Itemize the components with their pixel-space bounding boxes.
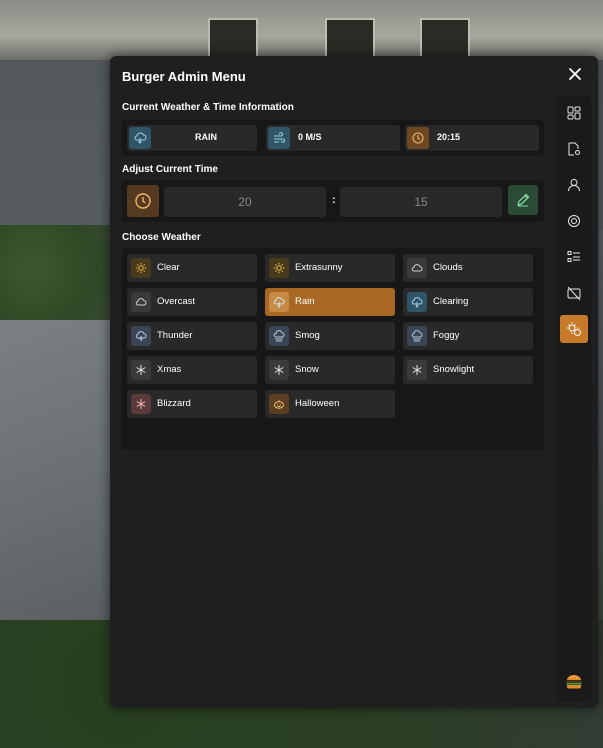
close-icon[interactable]	[568, 67, 582, 81]
weather-option-label: Halloween	[295, 398, 340, 409]
weather-option-thunder[interactable]: Thunder	[127, 322, 257, 350]
weather-option-label: Overcast	[157, 296, 196, 307]
pumpkin-icon	[269, 394, 289, 414]
weather-option-extrasunny[interactable]: Extrasunny	[265, 254, 395, 282]
background-grass	[0, 225, 110, 335]
weather-option-clouds[interactable]: Clouds	[403, 254, 533, 282]
dashboard-icon	[567, 106, 581, 120]
weather-option-label: Clearing	[433, 296, 469, 307]
time-adjust-bar: 20 : 15	[122, 180, 544, 222]
weather-option-clearing[interactable]: Clearing	[403, 288, 533, 316]
sidebar	[557, 96, 591, 702]
file-settings-icon	[568, 142, 580, 156]
weather-option-label: Snow	[295, 364, 319, 375]
sidebar-item-camera-off[interactable]	[560, 279, 588, 307]
snowflake-icon	[407, 360, 427, 380]
cloud-rain-icon	[129, 127, 151, 149]
wind-speed-info: 0 M/S	[266, 125, 400, 151]
window-title: Burger Admin Menu	[122, 69, 246, 84]
sun-icon	[131, 258, 151, 278]
list-icon	[567, 251, 580, 262]
time-section-label: Adjust Current Time	[122, 164, 218, 175]
sidebar-item-file-settings[interactable]	[560, 135, 588, 163]
main-content: Current Weather & Time Information RAIN …	[110, 96, 555, 708]
wind-icon	[268, 127, 290, 149]
weather-option-xmas[interactable]: Xmas	[127, 356, 257, 384]
cloud-lightning-icon	[131, 326, 151, 346]
weather-option-label: Thunder	[157, 330, 193, 341]
clock-icon	[407, 127, 429, 149]
pencil-icon	[517, 193, 530, 207]
cloud-icon	[131, 292, 151, 312]
weather-option-label: Extrasunny	[295, 262, 343, 273]
cloud-fog-icon	[269, 326, 289, 346]
user-icon	[568, 179, 580, 192]
weather-option-halloween[interactable]: Halloween	[265, 390, 395, 418]
background-window	[208, 18, 258, 60]
weather-option-smog[interactable]: Smog	[265, 322, 395, 350]
current-weather-value: RAIN	[195, 132, 217, 142]
snowflake-icon	[269, 360, 289, 380]
camera-off-icon	[567, 286, 581, 301]
cloud-rain-icon	[407, 292, 427, 312]
weather-option-label: Blizzard	[157, 398, 191, 409]
weather-option-rain[interactable]: Rain	[265, 288, 395, 316]
current-time-value: 20:15	[437, 132, 461, 142]
weather-section-label: Choose Weather	[122, 232, 201, 243]
sidebar-item-target[interactable]	[560, 207, 588, 235]
hour-input[interactable]: 20	[164, 187, 326, 217]
sidebar-item-user[interactable]	[560, 171, 588, 199]
weather-option-label: Smog	[295, 330, 320, 341]
sidebar-item-list[interactable]	[560, 243, 588, 271]
sun-icon	[269, 258, 289, 278]
cloud-icon	[407, 258, 427, 278]
cloud-rain-icon	[269, 292, 289, 312]
admin-menu-panel: Burger Admin Menu Current Weather & Time…	[110, 56, 598, 708]
weather-option-label: Clouds	[433, 262, 463, 273]
minute-input[interactable]: 15	[340, 187, 502, 217]
info-section-label: Current Weather & Time Information	[122, 102, 294, 113]
sidebar-item-dashboard[interactable]	[560, 99, 588, 127]
weather-time-icon	[567, 322, 581, 336]
current-time-info: 20:15	[405, 125, 539, 151]
time-separator: :	[332, 194, 336, 206]
background-window	[325, 18, 375, 60]
weather-option-label: Foggy	[433, 330, 460, 341]
background-window	[420, 18, 470, 60]
target-icon	[568, 215, 580, 227]
snowflake-icon	[131, 394, 151, 414]
sidebar-item-weather-time[interactable]	[560, 315, 588, 343]
weather-option-blizzard[interactable]: Blizzard	[127, 390, 257, 418]
set-time-button[interactable]	[508, 185, 538, 215]
cloud-fog-icon	[407, 326, 427, 346]
info-bar: RAIN 0 M/S 20:15	[122, 120, 544, 156]
burger-logo-icon	[563, 670, 585, 692]
weather-option-clear[interactable]: Clear	[127, 254, 257, 282]
background-sidewalk	[0, 320, 110, 620]
weather-option-foggy[interactable]: Foggy	[403, 322, 533, 350]
wind-speed-value: 0 M/S	[298, 132, 322, 142]
weather-option-overcast[interactable]: Overcast	[127, 288, 257, 316]
clock-icon	[127, 185, 159, 217]
weather-option-label: Rain	[295, 296, 315, 307]
weather-option-snowlight[interactable]: Snowlight	[403, 356, 533, 384]
weather-option-snow[interactable]: Snow	[265, 356, 395, 384]
snowflake-icon	[131, 360, 151, 380]
weather-option-label: Clear	[157, 262, 180, 273]
weather-option-label: Snowlight	[433, 364, 475, 375]
current-weather-info: RAIN	[127, 125, 257, 151]
weather-grid: Clear Extrasunny Clouds Overcast Rain Cl…	[122, 248, 544, 450]
weather-option-label: Xmas	[157, 364, 182, 375]
background-building	[0, 0, 603, 60]
